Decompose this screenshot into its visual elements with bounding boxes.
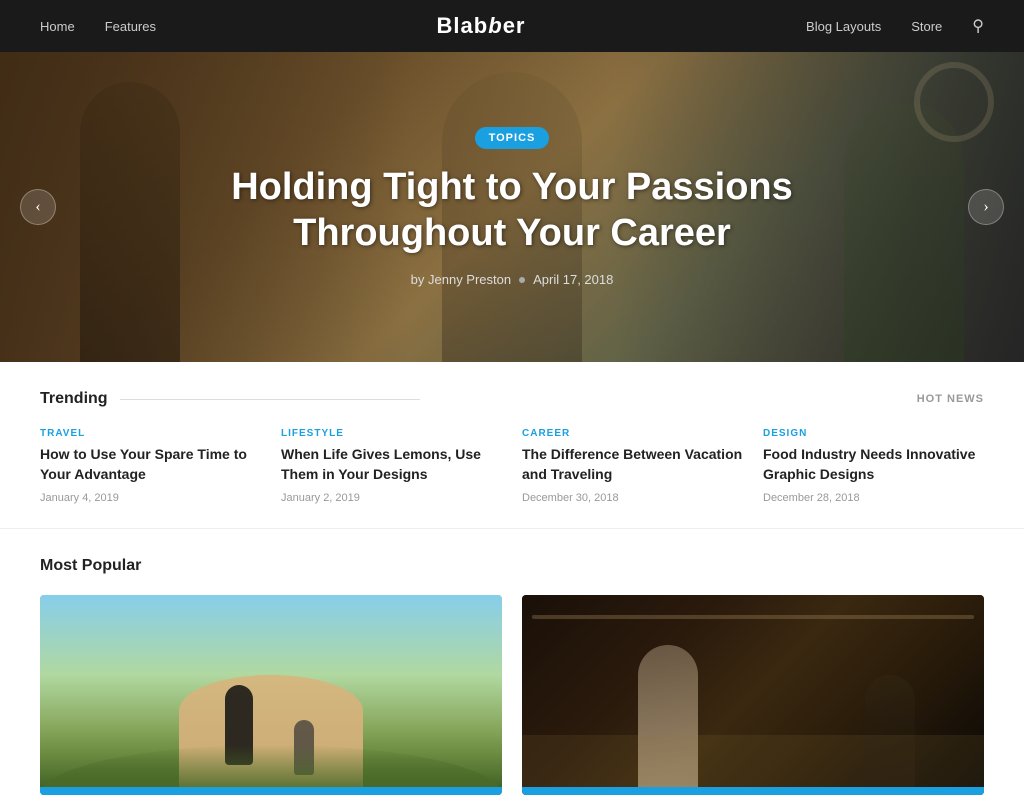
trending-title-4[interactable]: Food Industry Needs Innovative Graphic D…: [763, 445, 984, 484]
trending-item-2: LIFESTYLE When Life Gives Lemons, Use Th…: [281, 428, 502, 504]
trending-category-1[interactable]: TRAVEL: [40, 428, 261, 439]
site-logo[interactable]: Blabber: [437, 13, 526, 39]
trending-item-3: CAREER The Difference Between Vacation a…: [522, 428, 743, 504]
trending-item-1: TRAVEL How to Use Your Spare Time to You…: [40, 428, 261, 504]
nav-store[interactable]: Store: [911, 19, 942, 34]
trending-section: Trending HOT NEWS TRAVEL How to Use Your…: [0, 362, 1024, 529]
trending-item-4: DESIGN Food Industry Needs Innovative Gr…: [763, 428, 984, 504]
trending-title-1[interactable]: How to Use Your Spare Time to Your Advan…: [40, 445, 261, 484]
arrow-left-icon: ‹: [35, 198, 40, 216]
arrow-right-icon: ›: [983, 198, 988, 216]
hero-topic-badge[interactable]: TOPICS: [475, 127, 550, 149]
trending-date-4: December 28, 2018: [763, 492, 984, 504]
workshop-table: [522, 735, 984, 795]
workshop-shelf: [532, 615, 974, 619]
nav-right-links: Blog Layouts Store ⚲: [806, 16, 984, 36]
trending-category-3[interactable]: CAREER: [522, 428, 743, 439]
trending-category-2[interactable]: LIFESTYLE: [281, 428, 502, 439]
hero-content: TOPICS Holding Tight to Your Passions Th…: [112, 127, 912, 287]
nav-home[interactable]: Home: [40, 19, 75, 34]
nav-features[interactable]: Features: [105, 19, 156, 34]
trending-date-1: January 4, 2019: [40, 492, 261, 504]
hero-author: by Jenny Preston: [411, 272, 511, 287]
trending-title-3[interactable]: The Difference Between Vacation and Trav…: [522, 445, 743, 484]
hero-prev-button[interactable]: ‹: [20, 189, 56, 225]
hero-section: ‹ TOPICS Holding Tight to Your Passions …: [0, 52, 1024, 362]
trending-title: Trending: [40, 390, 420, 408]
popular-title: Most Popular: [40, 557, 984, 575]
nav-blog-layouts[interactable]: Blog Layouts: [806, 19, 881, 34]
trending-title-2[interactable]: When Life Gives Lemons, Use Them in Your…: [281, 445, 502, 484]
popular-grid: [40, 595, 984, 795]
hero-meta: by Jenny Preston April 17, 2018: [192, 272, 832, 287]
navbar: Home Features Blabber Blog Layouts Store…: [0, 0, 1024, 52]
hero-next-button[interactable]: ›: [968, 189, 1004, 225]
logo-text: Blabber: [437, 13, 526, 38]
trending-header: Trending HOT NEWS: [40, 390, 984, 408]
hero-date: April 17, 2018: [533, 272, 613, 287]
nav-left-links: Home Features: [40, 19, 156, 34]
card-1-accent-bar: [40, 787, 502, 795]
search-icon[interactable]: ⚲: [972, 16, 984, 36]
hero-title: Holding Tight to Your Passions Throughou…: [192, 165, 832, 256]
popular-section: Most Popular: [0, 529, 1024, 795]
trending-date-3: December 30, 2018: [522, 492, 743, 504]
meta-separator: [519, 277, 525, 283]
popular-card-2[interactable]: [522, 595, 984, 795]
hot-news-label: HOT NEWS: [917, 393, 984, 405]
popular-card-1[interactable]: [40, 595, 502, 795]
trending-date-2: January 2, 2019: [281, 492, 502, 504]
trending-grid: TRAVEL How to Use Your Spare Time to You…: [40, 428, 984, 504]
card-2-accent-bar: [522, 787, 984, 795]
trending-category-4[interactable]: DESIGN: [763, 428, 984, 439]
